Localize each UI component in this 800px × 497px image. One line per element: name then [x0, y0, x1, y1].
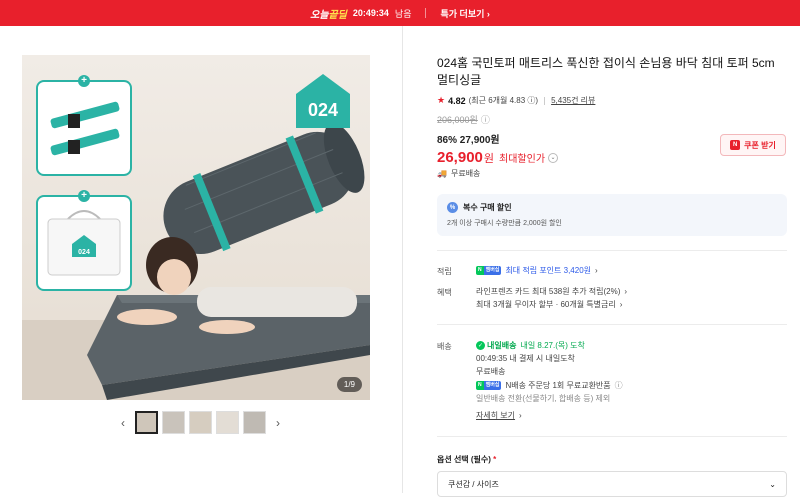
delivery-label: 배송 — [437, 342, 452, 351]
cutoff-text: 00:49:35 내 결제 시 내일도착 — [476, 354, 575, 363]
max-discount-label[interactable]: 최대할인가 — [499, 150, 545, 165]
points-row[interactable]: N 멤버십 최대 적립 포인트 3,420원 › — [476, 265, 598, 276]
multi-buy-title: 복수 구매 할인 — [463, 203, 512, 212]
price-unit: 원 — [483, 152, 495, 165]
more-deals-link[interactable]: 특가 더보기 › — [440, 7, 489, 20]
review-count-link[interactable]: 5,435건 리뷰 — [551, 95, 595, 106]
info-icon[interactable]: ⓘ — [481, 113, 490, 126]
chevron-right-icon: › — [486, 8, 490, 19]
inset-bag: + 024 — [36, 190, 132, 291]
tomorrow-delivery-badge: ✓ 내일배송 — [476, 341, 517, 350]
thumbnail-3[interactable] — [189, 411, 212, 434]
deal-brand: 오늘끝딜 — [310, 9, 347, 21]
npay-badge: N 멤버십 — [476, 266, 502, 275]
section-divider — [437, 250, 787, 251]
section-divider — [437, 324, 787, 325]
chevron-down-icon[interactable]: ⌄ — [548, 152, 559, 163]
points-label: 적립 — [437, 267, 452, 276]
chevron-right-icon: › — [595, 266, 598, 275]
installment-row[interactable]: 최대 3개월 무이자 할부 · 60개월 특별금리 › — [476, 299, 622, 310]
svg-text:024: 024 — [308, 100, 338, 120]
deal-timer: 20:49:34 — [352, 8, 389, 18]
free-shipping-row: 🚚 무료배송 — [437, 169, 481, 178]
bag-icon: 024 — [47, 210, 121, 276]
option-select[interactable]: 쿠션감 / 사이즈 ⌄ — [437, 471, 787, 497]
final-price: 26,900 — [437, 149, 483, 166]
info-icon[interactable]: ⓘ — [615, 380, 623, 391]
card-benefit-row[interactable]: 라인프렌즈 카드 최대 538원 추가 적립(2%) › — [476, 286, 627, 297]
arrival-date: 내일 8.27.(목) 도착 — [520, 341, 585, 350]
option-selected-value: 쿠션감 / 사이즈 — [448, 479, 499, 489]
delivery-exclude: 일반배송 전환(선물하기, 합배송 등) 제외 — [476, 394, 611, 403]
brand-logo: 024 — [294, 72, 352, 130]
npay-badge: N 멤버십 — [476, 381, 502, 390]
thumbnail-4[interactable] — [216, 411, 239, 434]
section-divider — [437, 436, 787, 437]
delivery-detail-link[interactable]: 자세히 보기 › — [476, 410, 522, 421]
svg-text:024: 024 — [78, 249, 90, 256]
rating-score: 4.82 — [448, 95, 466, 106]
thumbnail-strip: ‹ › — [115, 411, 286, 434]
plus-icon: + — [78, 75, 90, 87]
multi-buy-desc: 2개 이상 구매시 수량만큼 2,000원 할인 — [447, 220, 562, 227]
product-main-image[interactable]: 024 + + 024 1/9 — [22, 55, 370, 400]
chevron-right-icon: › — [624, 287, 628, 296]
coupon-icon: N — [730, 140, 741, 150]
original-price: 206,000원 — [437, 115, 478, 125]
chevron-down-icon: ⌄ — [769, 479, 776, 489]
delivery-free: 무료배송 — [476, 367, 506, 376]
star-icon: ★ — [437, 95, 446, 105]
product-title: 024홈 국민토퍼 매트리스 푹신한 접이식 손님용 바닥 침대 토퍼 5cm … — [437, 56, 775, 87]
npay-return-row: N 멤버십 N배송 주문당 1회 무료교환반품 ⓘ — [476, 380, 623, 391]
recent-rating: (최근 6개월 4.83 ⓘ) — [468, 96, 539, 105]
option-label: 옵션 선택 (필수) * — [437, 455, 497, 464]
check-icon: ✓ — [476, 341, 485, 350]
chevron-right-icon: › — [619, 300, 623, 309]
chevron-left-icon[interactable]: ‹ — [115, 416, 131, 430]
inset-straps: + — [36, 75, 132, 176]
truck-icon: 🚚 — [437, 169, 447, 178]
deal-timer-suffix: 남음 — [394, 8, 412, 19]
thumbnail-1[interactable] — [135, 411, 158, 434]
percent-icon: % — [447, 202, 458, 213]
coupon-button[interactable]: N 쿠폰 받기 — [720, 134, 786, 156]
image-counter: 1/9 — [336, 377, 362, 392]
strap-icon — [50, 101, 120, 156]
plus-icon: + — [78, 190, 90, 202]
rating-row: ★ 4.82 (최근 6개월 4.83 ⓘ) 5,435건 리뷰 — [437, 95, 787, 106]
topbar-divider — [425, 8, 427, 18]
chevron-right-icon: › — [519, 411, 522, 420]
multi-buy-box: % 복수 구매 할인 2개 이상 구매시 수량만큼 2,000원 할인 — [437, 194, 787, 236]
thumbnail-5[interactable] — [243, 411, 266, 434]
promo-topbar: 오늘끝딜 20:49:34 남음 특가 더보기 › — [0, 0, 800, 26]
delivery-arrival-row: ✓ 내일배송 내일 8.27.(목) 도착 — [476, 340, 585, 351]
thumbnail-2[interactable] — [162, 411, 185, 434]
original-price-row: 206,000원 ⓘ — [437, 113, 787, 126]
chevron-right-icon[interactable]: › — [270, 416, 286, 430]
benefit-label: 혜택 — [437, 288, 452, 297]
column-divider — [402, 26, 403, 493]
info-icon: ⓘ) — [525, 96, 539, 105]
